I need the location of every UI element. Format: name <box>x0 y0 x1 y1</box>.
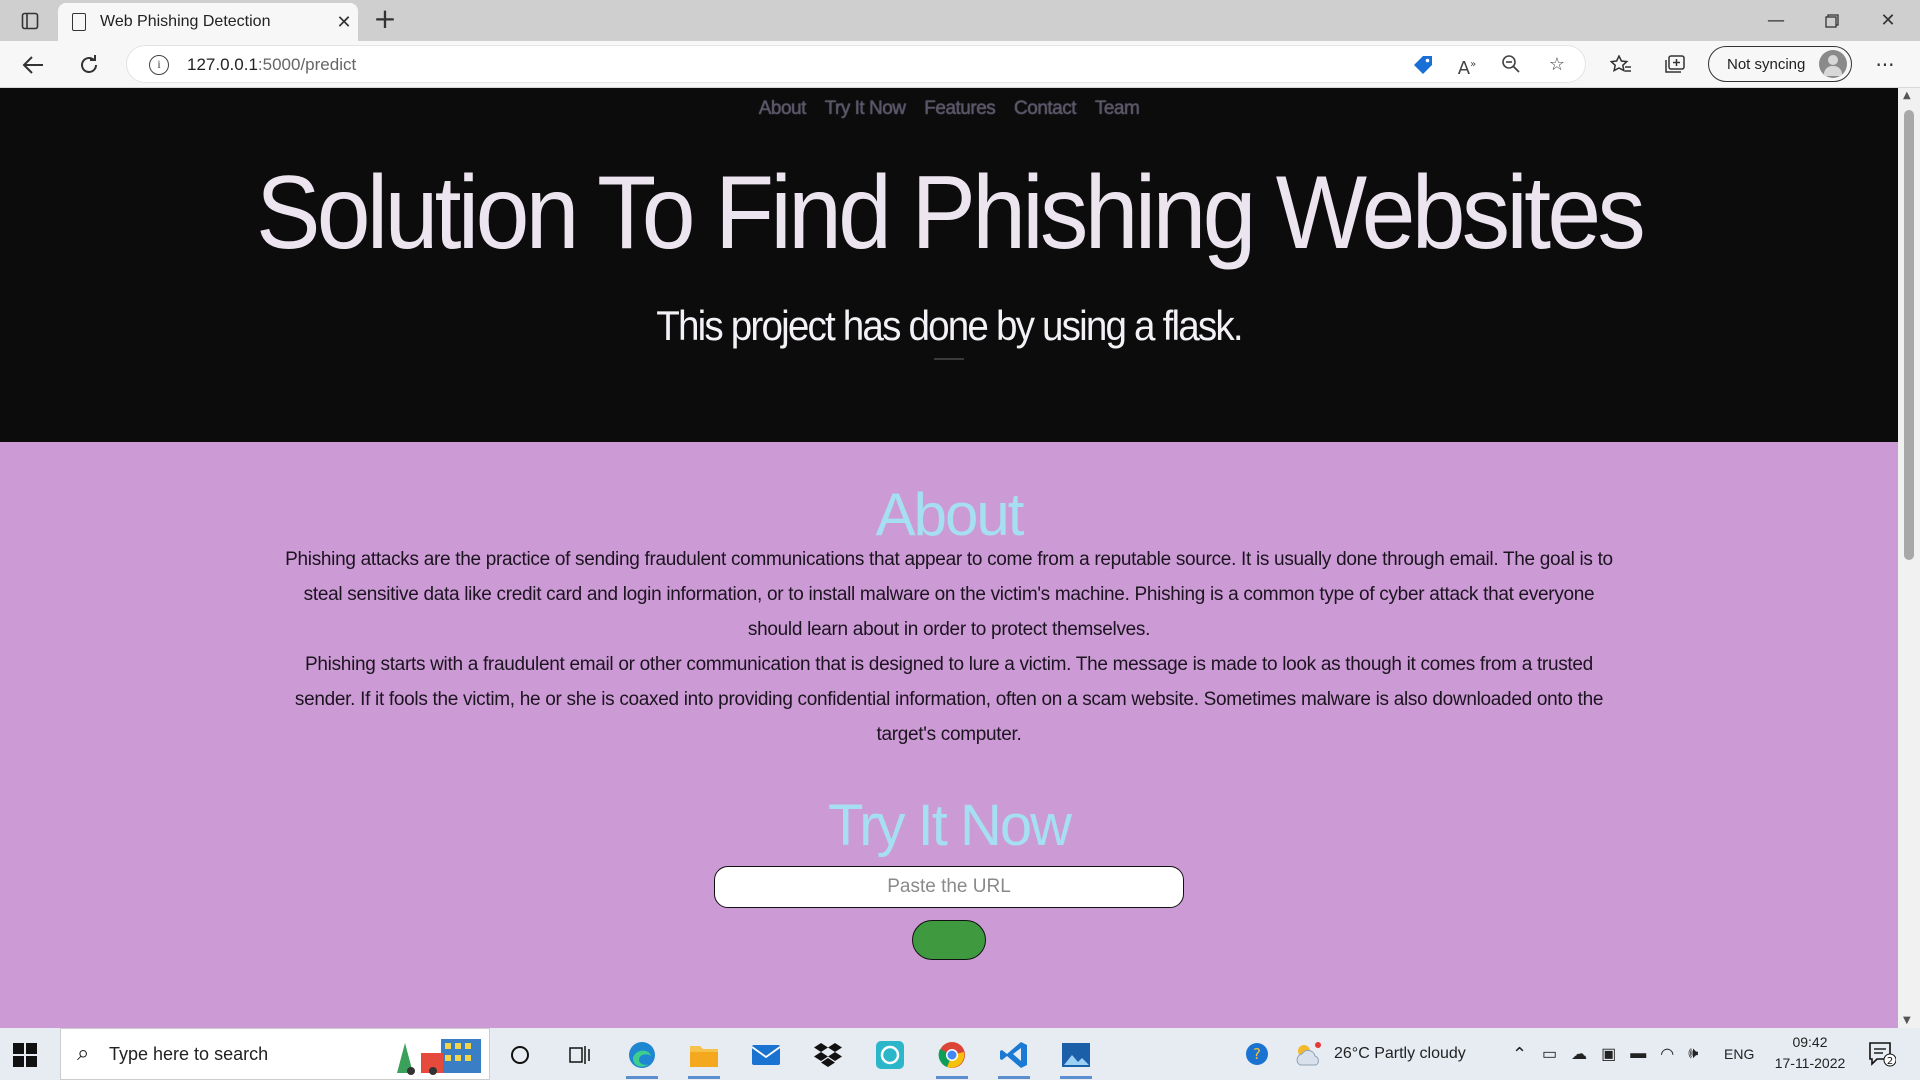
refresh-icon[interactable] <box>72 49 106 81</box>
tab-actions-icon[interactable] <box>14 7 46 35</box>
taskbar-search[interactable]: ⌕ Type here to search <box>60 1028 490 1080</box>
close-tab-icon[interactable]: ✕ <box>330 12 358 33</box>
volume-icon[interactable]: 🕪 <box>1688 1045 1698 1063</box>
notification-count: 2 <box>1887 1056 1893 1067</box>
hero-title: Solution To Find Phishing Websites <box>255 155 1646 271</box>
collections-icon[interactable] <box>1658 49 1692 81</box>
nav-link-try-it-now[interactable]: Try It Now <box>825 98 906 119</box>
predict-button[interactable] <box>912 920 986 960</box>
display-icon[interactable]: ▣ <box>1601 1044 1616 1064</box>
file-explorer-icon[interactable] <box>682 1034 726 1079</box>
hero-subtitle: This project has done by using a flask. <box>656 302 1243 349</box>
time: 09:42 <box>1792 1034 1828 1050</box>
show-hidden-icons-icon[interactable]: ⌃ <box>1512 1028 1527 1080</box>
about-heading: About <box>875 481 1025 548</box>
page-viewport: About Try It Now Features Contact Team S… <box>0 88 1898 1028</box>
help-icon[interactable]: ? <box>1244 1028 1270 1080</box>
onedrive-icon[interactable]: ☁ <box>1571 1044 1587 1064</box>
about-paragraph-2: Phishing starts with a fraudulent email … <box>294 654 1604 745</box>
close-window-icon[interactable]: ✕ <box>1860 0 1916 41</box>
edge-icon[interactable] <box>620 1034 664 1079</box>
battery-icon[interactable]: ▬ <box>1630 1045 1646 1063</box>
search-placeholder: Type here to search <box>109 1044 269 1064</box>
address-bar[interactable]: i 127.0.0.1:5000/predict A» ☆ <box>126 45 1586 83</box>
task-view-icon[interactable] <box>558 1034 602 1076</box>
sync-label: Not syncing <box>1727 55 1806 73</box>
top-nav: About Try It Now Features Contact Team <box>0 98 1898 120</box>
scroll-up-icon[interactable]: ▲ <box>1903 90 1911 101</box>
browser-tab[interactable]: Web Phishing Detection ✕ <box>58 3 358 41</box>
clock[interactable]: 09:42 17-11-2022 <box>1760 1032 1860 1074</box>
svg-text:?: ? <box>1253 1045 1261 1063</box>
hero-section: About Try It Now Features Contact Team S… <box>0 88 1898 442</box>
partly-cloudy-icon <box>1296 1042 1321 1066</box>
favorites-icon[interactable] <box>1604 49 1638 81</box>
about-paragraph-1: Phishing attacks are the practice of sen… <box>285 549 1613 640</box>
page-icon <box>72 13 86 31</box>
browser-toolbar: i 127.0.0.1:5000/predict A» ☆ Not syncin… <box>0 41 1920 88</box>
signal-icon[interactable] <box>868 1034 912 1076</box>
scroll-down-icon[interactable]: ▼ <box>1903 1015 1911 1026</box>
zoom-out-icon[interactable] <box>1499 54 1523 76</box>
wifi-icon[interactable]: ◠ <box>1660 1044 1674 1064</box>
weather-text: 26°C Partly cloudy <box>1334 1045 1466 1062</box>
chrome-icon[interactable] <box>930 1034 974 1079</box>
coupon-tag-icon[interactable] <box>1411 54 1435 76</box>
new-tab-button[interactable]: + <box>368 4 402 36</box>
scrollbar-thumb[interactable] <box>1904 110 1914 560</box>
minimize-icon[interactable]: — <box>1748 0 1804 41</box>
weather-widget[interactable]: 26°C Partly cloudy <box>1292 1028 1466 1080</box>
avatar <box>1819 50 1847 78</box>
mail-icon[interactable] <box>744 1034 788 1076</box>
windows-taskbar: ⌕ Type here to search ? 26°C Partly clou… <box>0 1028 1920 1080</box>
site-info-icon[interactable]: i <box>149 55 169 75</box>
meet-icon[interactable]: ▭ <box>1542 1044 1557 1064</box>
nav-link-about[interactable]: About <box>759 98 807 119</box>
page-scrollbar[interactable]: ▲ ▼ <box>1898 88 1920 1028</box>
try-it-now-heading: Try It Now <box>827 793 1072 858</box>
dropbox-icon[interactable] <box>806 1034 850 1076</box>
cortana-icon[interactable] <box>498 1034 542 1076</box>
notification-center-icon[interactable]: 2 <box>1868 1028 1896 1080</box>
add-favorite-icon[interactable]: ☆ <box>1545 54 1569 76</box>
read-aloud-icon[interactable]: A» <box>1455 54 1479 79</box>
browser-tab-bar: Web Phishing Detection ✕ + — ✕ <box>0 0 1920 41</box>
vscode-icon[interactable] <box>992 1034 1036 1079</box>
search-icon: ⌕ <box>77 1041 90 1066</box>
tab-title: Web Phishing Detection <box>100 13 271 30</box>
photos-icon[interactable] <box>1054 1034 1098 1079</box>
back-icon[interactable] <box>16 49 50 81</box>
language-indicator[interactable]: ENG <box>1724 1028 1754 1080</box>
system-tray: ▭ ☁ ▣ ▬ ◠ 🕪 <box>1542 1028 1698 1080</box>
more-menu-icon[interactable]: ··· <box>1868 49 1902 81</box>
windows-start-icon[interactable] <box>10 1040 40 1070</box>
nav-link-team[interactable]: Team <box>1095 98 1140 119</box>
nav-link-features[interactable]: Features <box>924 98 995 119</box>
restore-icon[interactable] <box>1804 0 1860 41</box>
search-highlight-illustration <box>391 1033 483 1077</box>
nav-link-contact[interactable]: Contact <box>1014 98 1076 119</box>
date: 17-11-2022 <box>1774 1055 1846 1071</box>
divider <box>934 358 964 360</box>
profile-sync-button[interactable]: Not syncing <box>1708 46 1852 82</box>
url-input[interactable] <box>714 866 1184 908</box>
about-section: About Phishing attacks are the practice … <box>0 442 1898 1028</box>
url-text[interactable]: 127.0.0.1:5000/predict <box>187 55 356 75</box>
